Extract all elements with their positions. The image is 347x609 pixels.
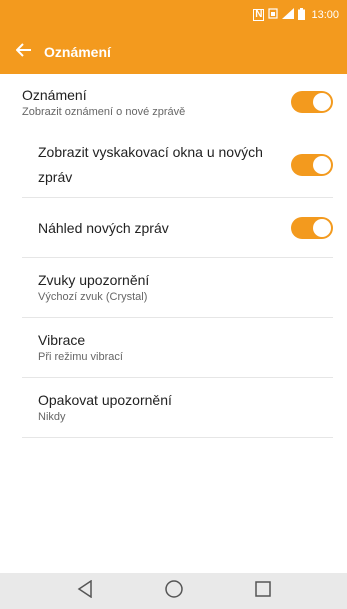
sim-icon — [268, 8, 279, 22]
setting-subtitle: Výchozí zvuk (Crystal) — [38, 291, 148, 303]
notifications-toggle[interactable] — [291, 91, 333, 113]
toggle-knob — [313, 93, 331, 111]
signal-icon — [282, 8, 295, 22]
recents-square-icon — [254, 580, 272, 603]
message-preview-toggle[interactable] — [291, 217, 333, 239]
nav-back-button[interactable] — [65, 573, 105, 609]
back-button[interactable] — [6, 30, 42, 74]
setting-title: Vibrace — [38, 332, 86, 348]
setting-title: Zvuky upozornění — [38, 272, 150, 288]
home-circle-icon — [164, 579, 184, 604]
setting-subtitle: Nikdy — [38, 411, 66, 423]
arrow-left-icon — [15, 42, 32, 62]
popup-windows-toggle[interactable] — [291, 154, 333, 176]
setting-title: Zobrazit vyskakovací okna u nových zpráv — [38, 144, 263, 185]
nfc-icon: N — [253, 9, 265, 21]
nav-home-button[interactable] — [154, 573, 194, 609]
setting-notification-sounds[interactable]: Zvuky upozornění Výchozí zvuk (Crystal) — [0, 258, 347, 318]
page-title: Oznámení — [44, 44, 111, 60]
setting-message-preview[interactable]: Náhled nových zpráv — [0, 198, 347, 258]
toggle-knob — [313, 156, 331, 174]
setting-title: Opakovat upozornění — [38, 392, 172, 408]
divider — [22, 437, 333, 438]
app-bar: Oznámení — [0, 30, 347, 74]
battery-icon — [298, 7, 306, 23]
setting-repeat-notification[interactable]: Opakovat upozornění Nikdy — [0, 378, 347, 438]
toggle-knob — [313, 219, 331, 237]
setting-notifications[interactable]: Oznámení Zobrazit oznámení o nové zprávě — [0, 74, 347, 132]
setting-vibration[interactable]: Vibrace Při režimu vibrací — [0, 318, 347, 378]
setting-popup-windows[interactable]: Zobrazit vyskakovací okna u nových zpráv — [0, 132, 347, 198]
status-bar: N 13:00 — [0, 0, 347, 30]
navigation-bar — [0, 573, 347, 609]
settings-list: Oznámení Zobrazit oznámení o nové zprávě… — [0, 74, 347, 438]
status-time: 13:00 — [311, 9, 339, 21]
back-triangle-icon — [77, 579, 93, 603]
setting-subtitle: Při režimu vibrací — [38, 351, 123, 363]
nav-recents-button[interactable] — [243, 573, 283, 609]
